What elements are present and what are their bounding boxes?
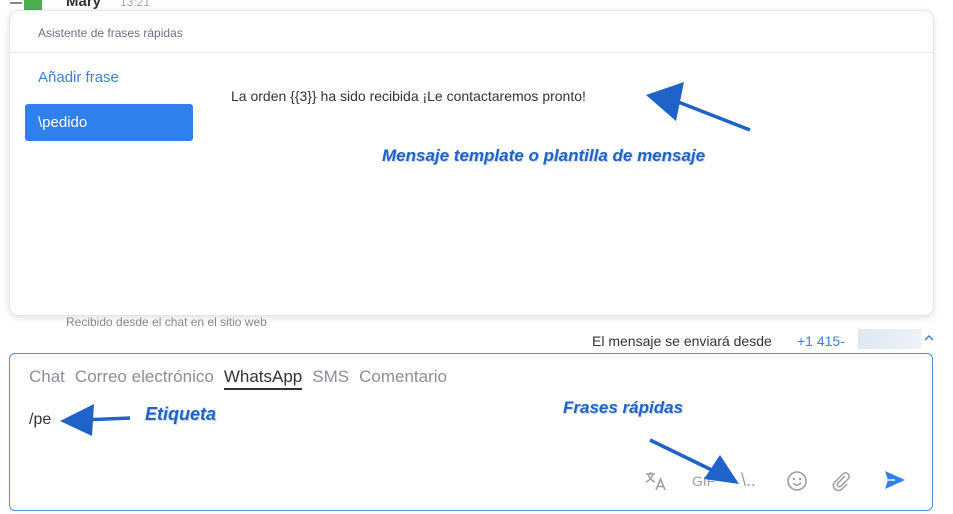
tab-comment[interactable]: Comentario [359,367,447,390]
message-input[interactable]: /pe [29,411,51,429]
phrase-item-pedido[interactable]: \pedido [25,104,193,141]
tab-whatsapp[interactable]: WhatsApp [223,367,303,390]
quick-phrases-button[interactable]: \.. [741,470,756,491]
redacted-phone [858,329,921,349]
divider [10,52,933,53]
tab-sms[interactable]: SMS [312,367,349,390]
send-from-label: El mensaje se enviará desde [592,333,772,349]
send-from-phone[interactable]: +1 415- [797,333,845,349]
avatar [10,0,42,10]
composer-toolbar: GIF \.. [10,470,934,496]
annotation-template: Mensaje template o plantilla de mensaje [382,146,706,165]
phrase-preview: La orden {{3}} ha sido recibida ¡Le cont… [231,88,586,104]
received-note: Recibido desde el chat en el sitio web [66,315,267,329]
add-phrase-button[interactable]: Añadir frase [38,69,119,86]
panel-title: Asistente de frases rápidas [38,26,183,40]
annotation-tag: Etiqueta [145,404,217,424]
annotation-quick-phrases: Frases rápidas [563,398,684,417]
paperclip-icon[interactable] [830,470,852,497]
send-icon[interactable] [884,470,906,495]
message-time: 13:21 [120,0,151,9]
emoji-icon[interactable] [786,470,808,497]
sender-name: Mary [66,0,102,10]
channel-tabs: Chat Correo electrónico WhatsApp SMS Com… [29,367,447,390]
chevron-up-icon[interactable] [924,331,934,345]
tab-chat[interactable]: Chat [29,367,65,390]
translate-icon[interactable] [644,470,668,497]
gif-button[interactable]: GIF [692,473,715,489]
message-composer[interactable]: Chat Correo electrónico WhatsApp SMS Com… [9,353,933,511]
tab-email[interactable]: Correo electrónico [75,367,214,390]
